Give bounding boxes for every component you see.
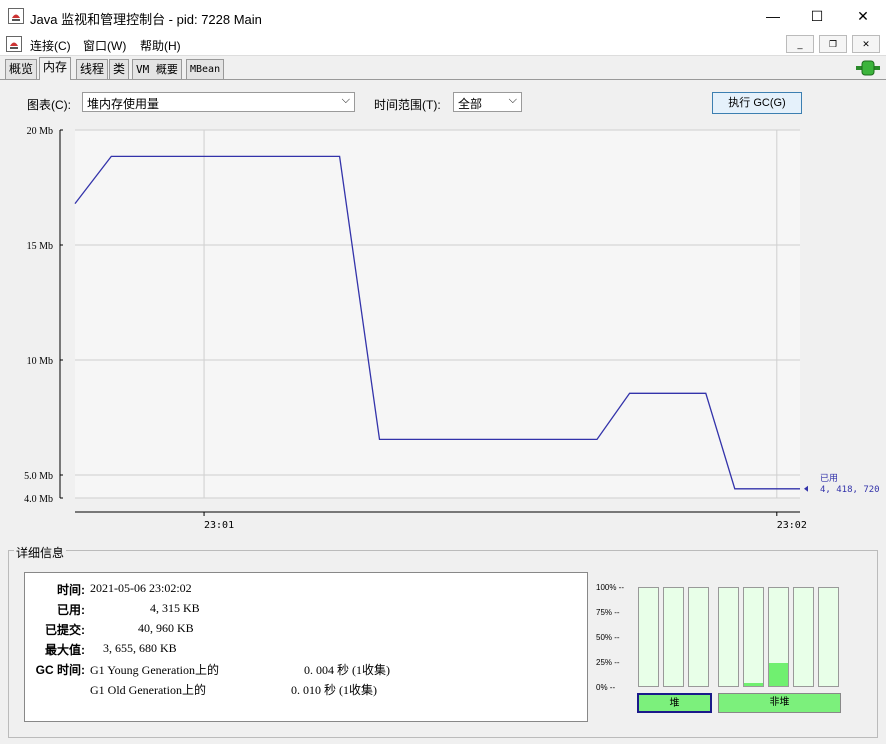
chart-label: 图表(C): <box>27 98 71 112</box>
bar-fill <box>769 663 788 686</box>
used-label: 已用: <box>57 603 85 617</box>
close-button[interactable]: ✕ <box>840 0 886 33</box>
nonheap-pool-bar[interactable] <box>718 587 739 687</box>
perform-gc-button[interactable]: 执行 GC(G) <box>712 92 802 114</box>
used-value: 4, 315 KB <box>150 601 200 615</box>
y-tick-label: 15 Mb <box>27 241 53 252</box>
title-bar: Java 监视和管理控制台 - pid: 7228 Main — ☐ ✕ <box>0 0 886 33</box>
pct-label-50: 50% -- <box>596 633 620 642</box>
pct-label-75: 75% -- <box>596 608 620 617</box>
mdi-minimize-button[interactable]: _ <box>786 35 814 53</box>
y-tick-label: 10 Mb <box>27 356 53 367</box>
tab-overview[interactable]: 概览 <box>5 59 38 79</box>
tab-classes[interactable]: 类 <box>109 59 130 79</box>
details-box: 时间: 2021-05-06 23:02:02 已用: 4, 315 KB 已提… <box>24 572 588 722</box>
memory-chart-svg: 20 Mb 15 Mb 10 Mb 5.0 Mb 4.0 Mb 23:01 23:02 已用4… <box>24 126 880 531</box>
tab-threads[interactable]: 线程 <box>76 59 109 79</box>
heap-pool-button[interactable]: 堆 <box>637 693 712 713</box>
gc-old-value: 0. 010 秒 (1收集) <box>291 683 377 697</box>
maximize-button[interactable]: ☐ <box>794 0 840 33</box>
marker-label: 已用 <box>820 473 838 484</box>
time-range-select[interactable]: 全部 ⌵ <box>453 92 522 112</box>
mdi-close-button[interactable]: ✕ <box>852 35 880 53</box>
pct-label-100: 100% -- <box>596 583 625 592</box>
chart-select[interactable]: 堆内存使用量 ⌵ <box>82 92 355 112</box>
pct-label-0: 0% -- <box>596 683 616 692</box>
tab-mbean[interactable]: MBean <box>186 59 225 79</box>
java-cup-icon[interactable] <box>6 36 22 52</box>
nonheap-pool-bar[interactable] <box>743 587 764 687</box>
memory-chart: 20 Mb 15 Mb 10 Mb 5.0 Mb 4.0 Mb 23:01 23:02 已用 4… <box>0 118 886 538</box>
details-title: 详细信息 <box>14 544 67 561</box>
y-tick-label: 20 Mb <box>27 126 53 137</box>
menu-help[interactable]: 帮助(H) <box>140 37 181 54</box>
gc-young-name: G1 Young Generation上的 <box>90 663 219 677</box>
mdi-restore-button[interactable]: ❐ <box>819 35 847 53</box>
nonheap-pool-button[interactable]: 非堆 <box>718 693 841 713</box>
nonheap-pool-bar[interactable] <box>793 587 814 687</box>
tab-vm-summary[interactable]: VM 概要 <box>132 59 182 79</box>
time-range-value: 全部 <box>458 97 483 111</box>
menu-connection[interactable]: 连接(C) <box>30 37 71 54</box>
committed-value: 40, 960 KB <box>138 621 194 635</box>
window-title: Java 监视和管理控制台 - pid: 7228 Main <box>30 12 262 27</box>
x-tick-label: 23:01 <box>204 520 234 531</box>
gc-old-name: G1 Old Generation上的 <box>90 683 206 697</box>
tab-memory[interactable]: 内存 <box>39 57 72 80</box>
time-label: 时间: <box>57 583 85 597</box>
heap-pool-bar[interactable] <box>688 587 709 687</box>
y-tick-label: 4.0 Mb <box>24 494 53 505</box>
heap-pool-bar[interactable] <box>663 587 684 687</box>
x-tick-label: 23:02 <box>777 520 807 531</box>
java-cup-icon <box>8 8 24 24</box>
menu-window[interactable]: 窗口(W) <box>83 37 126 54</box>
menu-bar: 连接(C) 窗口(W) 帮助(H) _ ❐ ✕ <box>0 33 886 56</box>
max-value: 3, 655, 680 KB <box>103 641 177 655</box>
pct-label-25: 25% -- <box>596 658 620 667</box>
plot-area <box>75 130 800 498</box>
max-label: 最大值: <box>45 643 85 657</box>
time-range-label: 时间范围(T): <box>374 98 441 112</box>
committed-label: 已提交: <box>45 623 85 637</box>
time-value: 2021-05-06 23:02:02 <box>90 581 192 595</box>
nonheap-pool-bar[interactable] <box>818 587 839 687</box>
nonheap-pool-bar[interactable] <box>768 587 789 687</box>
marker-value: 4, 418, 720 <box>820 485 880 495</box>
heap-pool-bar[interactable] <box>638 587 659 687</box>
gc-time-label: GC 时间: <box>35 663 85 677</box>
chevron-down-icon: ⌵ <box>508 94 517 106</box>
minimize-button[interactable]: — <box>750 0 796 33</box>
y-tick-label: 5.0 Mb <box>24 471 53 482</box>
chevron-down-icon: ⌵ <box>341 94 350 106</box>
tab-bar: 概览 内存 线程 类 VM 概要 MBean <box>0 57 886 80</box>
current-value-marker <box>804 485 808 492</box>
chart-select-value: 堆内存使用量 <box>87 97 160 111</box>
connection-status-icon <box>856 60 880 76</box>
bar-fill <box>744 683 763 686</box>
gc-young-value: 0. 004 秒 (1收集) <box>304 663 390 677</box>
